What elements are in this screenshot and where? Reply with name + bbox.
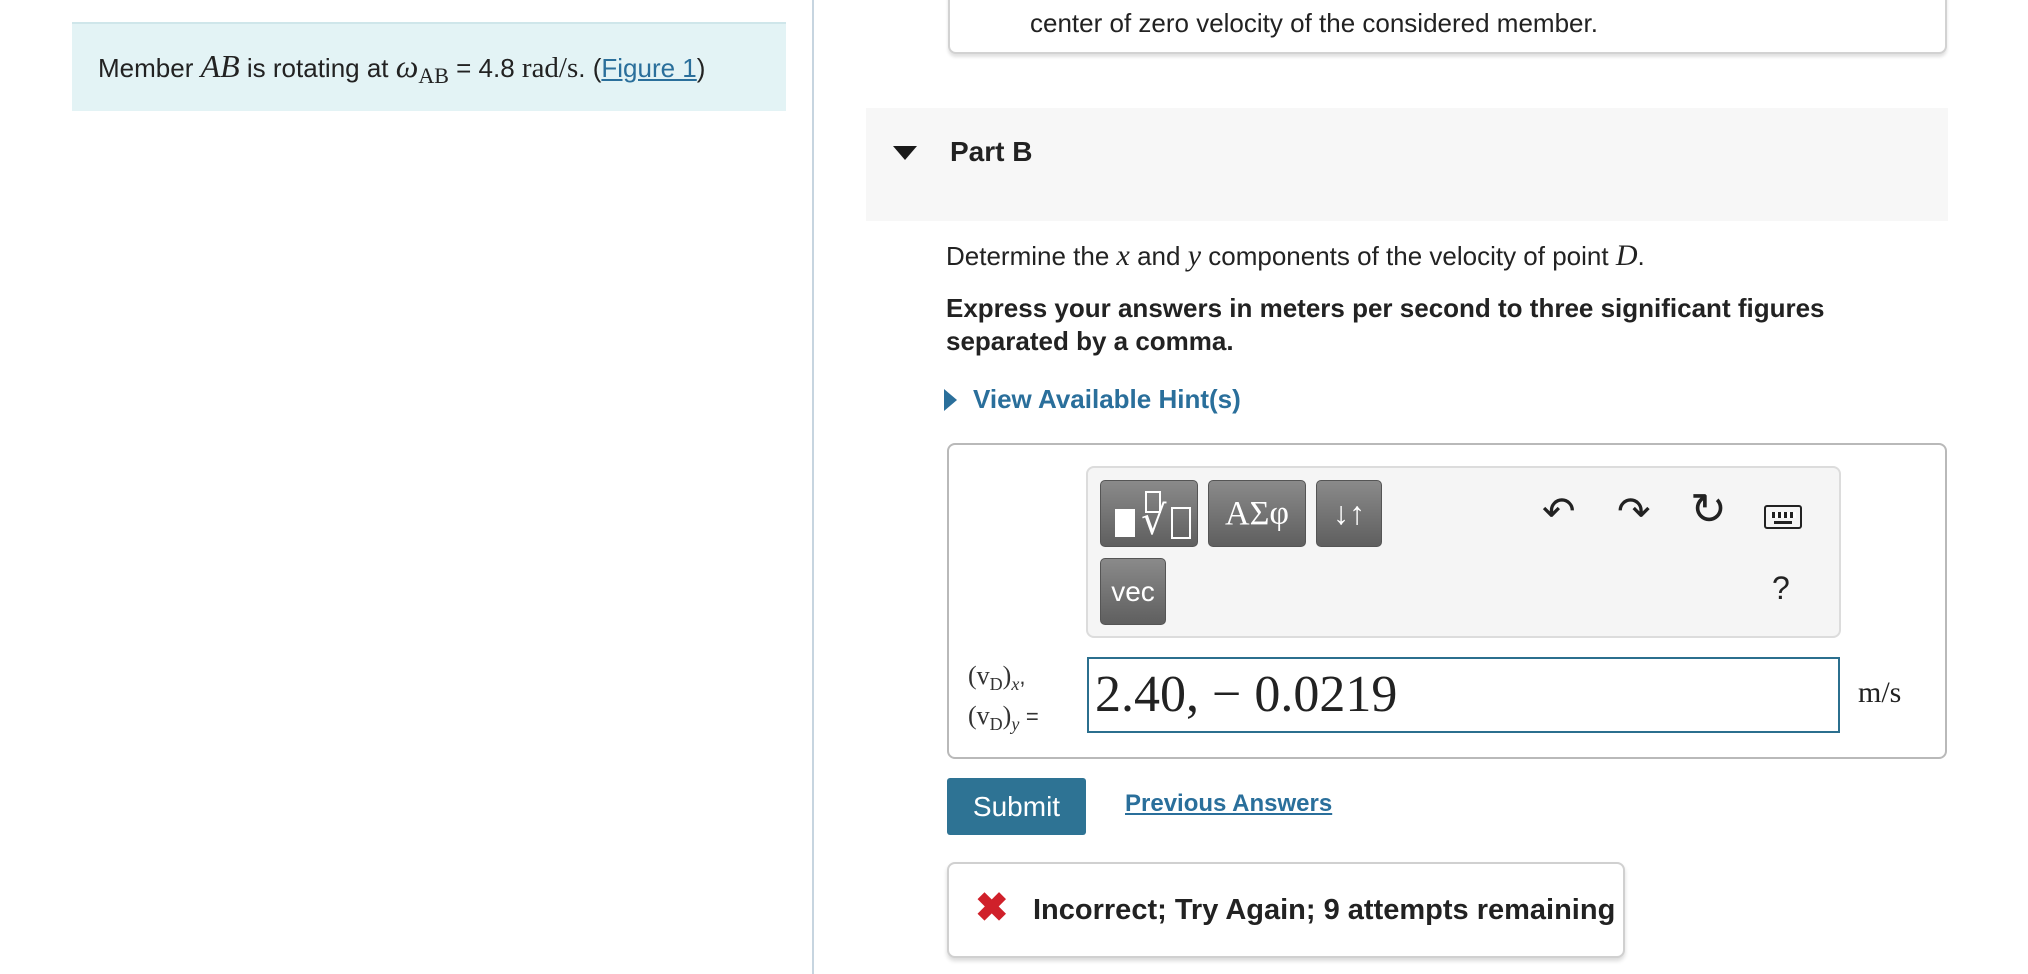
reset-icon[interactable]: ↻ <box>1690 488 1727 532</box>
keyboard-icon[interactable] <box>1764 505 1802 529</box>
templates-button[interactable]: √ <box>1100 480 1198 547</box>
greek-symbols-button[interactable]: ΑΣφ <box>1208 480 1306 547</box>
expand-caret-icon <box>944 389 957 411</box>
label-vd-x-open: (v <box>968 661 990 690</box>
problem-statement-box: Member AB is rotating at ωAB = 4.8 rad/s… <box>72 22 786 111</box>
hint-label: View Available Hint(s) <box>973 384 1241 414</box>
part-title: Part B <box>950 136 1033 167</box>
member-name: AB <box>200 48 240 84</box>
collapse-caret-icon[interactable] <box>893 146 917 160</box>
previous-part-text: center of zero velocity of the considere… <box>1030 8 1598 38</box>
template-radicand-icon <box>1171 507 1191 539</box>
answer-unit: m/s <box>1858 676 1902 709</box>
omega-symbol: ω <box>395 48 419 84</box>
omega-subscript: AB <box>418 63 449 88</box>
question-text: Determine the x and y components of the … <box>946 239 1645 273</box>
previous-part-card: center of zero velocity of the considere… <box>948 0 1947 54</box>
feedback-box: ✖ Incorrect; Try Again; 9 attempts remai… <box>947 862 1625 958</box>
figure-link[interactable]: Figure 1 <box>601 53 696 83</box>
problem-text-close: ) <box>696 53 706 83</box>
feedback-message: Incorrect; Try Again; 9 attempts remaini… <box>1033 894 1616 926</box>
label-sub-d-1: D <box>989 674 1003 695</box>
radical-icon: √ <box>1141 498 1167 544</box>
view-hints-link[interactable]: View Available Hint(s) <box>944 384 1241 415</box>
help-button[interactable]: ? <box>1772 570 1790 607</box>
answer-label: (vD)x, (vD)y = <box>968 661 1039 735</box>
problem-text-prefix: Member <box>98 53 201 83</box>
answer-input[interactable]: 2.40, − 0.0219 <box>1087 657 1840 733</box>
panel-divider <box>812 0 814 974</box>
template-block-icon <box>1115 509 1135 537</box>
question-x-var: x <box>1116 239 1130 272</box>
incorrect-icon: ✖ <box>975 886 1009 930</box>
math-toolbar <box>1086 466 1841 638</box>
label-vd-y-open: (v <box>968 701 990 731</box>
question-part-3: components of the velocity of point <box>1201 241 1616 271</box>
answer-instructions: Express your answers in meters per secon… <box>946 293 1825 356</box>
question-part-4: . <box>1637 241 1645 271</box>
submit-button[interactable]: Submit <box>947 778 1086 835</box>
label-sub-y: y <box>1011 714 1020 735</box>
problem-statement: Member AB is rotating at ωAB = 4.8 rad/s… <box>98 48 705 89</box>
problem-text-after: . ( <box>578 53 602 83</box>
omega-value: = 4.8 <box>448 53 522 83</box>
question-part-1: Determine the <box>946 241 1117 271</box>
question-part-2: and <box>1129 241 1188 271</box>
problem-text-middle: is rotating at <box>239 53 396 83</box>
question-y-var: y <box>1187 239 1202 272</box>
redo-icon[interactable]: ↷ <box>1617 492 1651 532</box>
undo-icon[interactable]: ↶ <box>1542 492 1576 532</box>
arrows-button[interactable]: ↓↑ <box>1316 480 1382 547</box>
vector-button[interactable]: vec <box>1100 558 1166 625</box>
question-point: D <box>1615 239 1638 272</box>
omega-units: rad/s <box>521 52 579 84</box>
label-sub-d-2: D <box>989 714 1003 735</box>
previous-answers-link[interactable]: Previous Answers <box>1125 790 1332 818</box>
